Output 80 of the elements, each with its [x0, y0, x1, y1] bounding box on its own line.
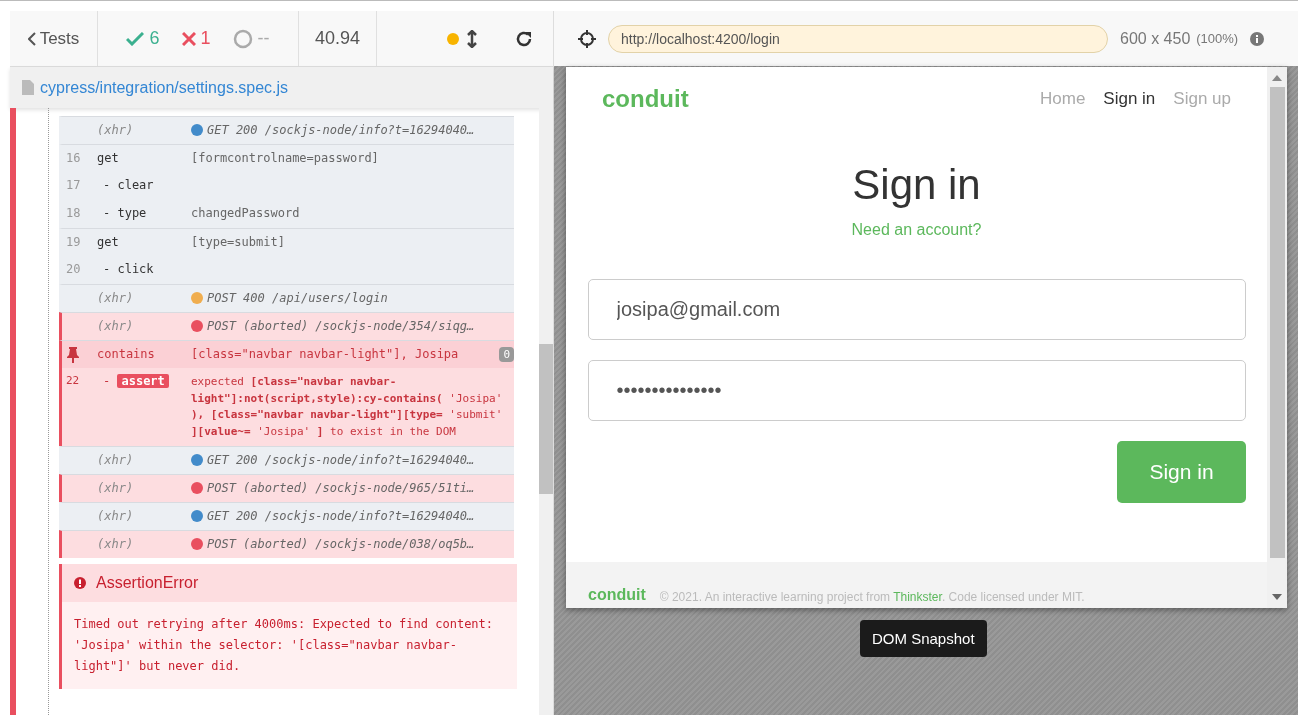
line-number: 19: [65, 235, 82, 249]
log-row[interactable]: (xhr) POST (aborted) /sockjs-node/354/siqg…: [59, 312, 514, 340]
assert-badge: assert: [117, 374, 169, 388]
check-icon: [126, 31, 145, 46]
failed-count: 1: [200, 28, 211, 49]
log-row[interactable]: (xhr) GET 200 /sockjs-node/info?t=16294040…: [59, 446, 514, 474]
footer-text: © 2021. An interactive learning project from Thinkster. Code licensed under MIT.: [659, 590, 1085, 604]
command-name: (xhr): [97, 123, 135, 137]
count-badge: 0: [499, 347, 514, 362]
assertion-message: expected [class="navbar navbar-light"]:not(script,style):cy-contains( 'Josipa' ), [class="navbar navbar-light"][type= 'submit' ][value~= 'Josipa' ] to exist in the DOM: [191, 374, 504, 440]
exclamation-icon: [74, 577, 86, 589]
log-row[interactable]: 18 - type changedPassword: [59, 200, 514, 228]
info-icon[interactable]: [1250, 31, 1265, 46]
ring-icon: [232, 28, 253, 49]
command-message: POST (aborted) /sockjs-node/038/oq5b…: [207, 537, 475, 551]
log-row[interactable]: 19 get [type=submit]: [59, 228, 514, 256]
command-message: GET 200 /sockjs-node/info?t=16294040…: [207, 509, 475, 523]
email-field[interactable]: josipa@gmail.com: [587, 279, 1246, 340]
reload-icon[interactable]: [515, 29, 533, 48]
command-name: get: [97, 151, 120, 165]
command-name: (xhr): [97, 509, 135, 523]
back-to-tests-button[interactable]: Tests: [27, 28, 80, 49]
log-row[interactable]: 17 - clear: [59, 172, 514, 200]
log-row[interactable]: 22 - assert expected [class="navbar navbar-light"]:not(script,style):cy-contains( 'Josipa' ), [class="navbar navbar-light"][type= 'submit' ][value~= 'Josipa' ] to exist in the DOM: [59, 368, 514, 446]
file-icon: [22, 80, 34, 95]
error-message: Timed out retrying after 4000ms: Expected to find content: 'Josipa' within the selector: '[class="navbar navbar-light"]' but never did.: [73, 616, 495, 675]
command-message: POST (aborted) /sockjs-node/965/51ti…: [207, 481, 475, 495]
command-name: (xhr): [97, 319, 135, 333]
line-number: 17: [65, 178, 82, 192]
pending-count: --: [257, 28, 270, 49]
chevron-left-icon: [27, 31, 36, 46]
command-message: GET 200 /sockjs-node/info?t=16294040…: [207, 453, 475, 467]
tooltip: DOM Snapshot: [860, 620, 987, 657]
nav-link[interactable]: Sign in: [1103, 89, 1156, 109]
command-name: (xhr): [97, 481, 135, 495]
command-message: POST 400 /api/users/login: [207, 291, 388, 305]
dash: -: [102, 374, 111, 388]
line-number: 20: [65, 262, 82, 276]
log-row[interactable]: (xhr) POST (aborted) /sockjs-node/965/51ti…: [59, 474, 514, 502]
passed-count: 6: [149, 28, 160, 49]
command-name: - click: [102, 262, 155, 276]
line-number: 16: [65, 151, 82, 165]
cross-icon: [181, 31, 196, 46]
viewport-scale: (100%): [1196, 31, 1239, 46]
line-number: 22: [65, 374, 81, 387]
log-row[interactable]: (xhr) POST 400 /api/users/login: [59, 284, 514, 312]
duration: 40.94: [314, 28, 360, 49]
command-name: (xhr): [97, 291, 135, 305]
vertical-arrows-icon[interactable]: [467, 29, 477, 48]
command-name: (xhr): [97, 453, 135, 467]
down-caret-icon[interactable]: [1272, 594, 1282, 600]
line-number: 18: [65, 206, 82, 220]
log-row[interactable]: 16 get [formcontrolname=password]: [59, 144, 514, 172]
log-row[interactable]: 20 - click: [59, 256, 514, 284]
command-name: - type: [102, 206, 148, 220]
viewport-size: 600 x 450: [1120, 29, 1191, 48]
log-row[interactable]: (xhr) GET 200 /sockjs-node/info?t=16294040…: [59, 116, 514, 144]
error-title: AssertionError: [96, 574, 199, 592]
command-message: GET 200 /sockjs-node/info?t=16294040…: [207, 123, 475, 137]
scrollbar[interactable]: [539, 108, 553, 715]
up-caret-icon[interactable]: [1272, 75, 1282, 81]
command-message: POST (aborted) /sockjs-node/354/siqg…: [207, 319, 475, 333]
pin-icon: [66, 347, 80, 363]
url-field[interactable]: http://localhost:4200/login: [608, 24, 1108, 53]
command-message: [class="navbar navbar-light"], Josipa: [191, 347, 460, 361]
command-name: - clear: [102, 178, 155, 192]
log-row[interactable]: (xhr) POST (aborted) /sockjs-node/038/oq5b…: [59, 530, 514, 558]
password-field[interactable]: •••••••••••••••: [587, 360, 1246, 421]
command-message: [type=submit]: [191, 235, 286, 249]
status-dot-icon: [447, 32, 459, 45]
command-message: [formcontrolname=password]: [191, 151, 380, 165]
log-row[interactable]: (xhr) GET 200 /sockjs-node/info?t=16294040…: [59, 502, 514, 530]
command-name: contains: [97, 347, 156, 361]
command-message: changedPassword: [191, 206, 301, 220]
command-name: (xhr): [97, 537, 135, 551]
page-title: Sign in: [852, 161, 981, 209]
crosshair-icon[interactable]: [578, 29, 596, 48]
log-row[interactable]: contains [class="navbar navbar-light"], Josipa 0: [59, 340, 514, 368]
command-name: get: [97, 235, 120, 249]
scrollbar[interactable]: [1267, 67, 1287, 608]
